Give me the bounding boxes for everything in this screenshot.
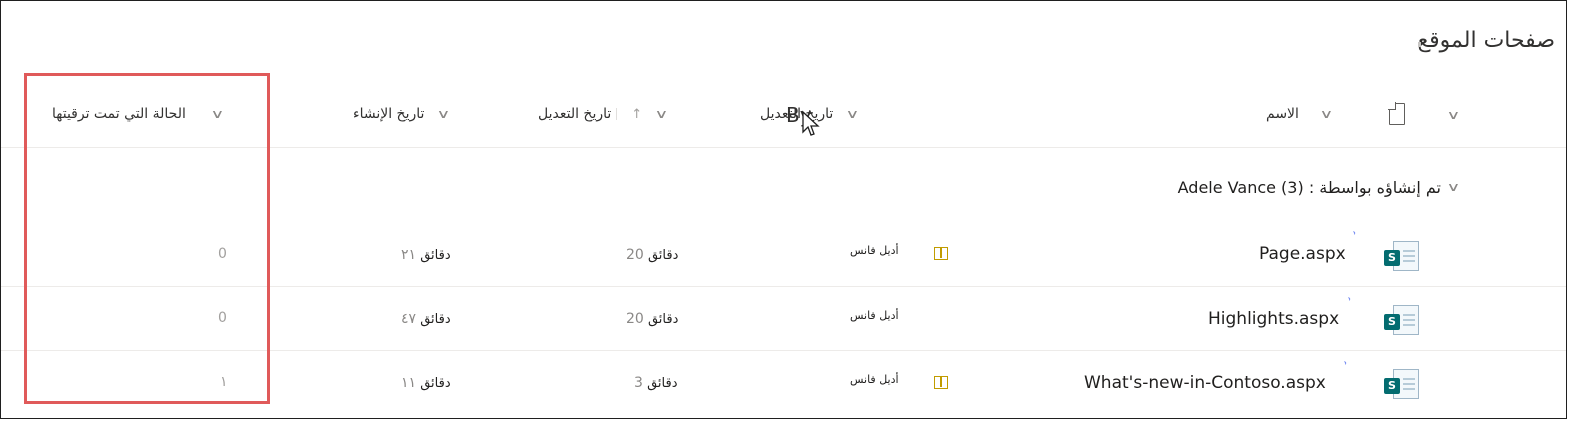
row-2-modified-by[interactable]: أديل فانس [850,309,899,322]
row-2-modified-unit: دقائق [647,312,679,327]
row-3-modified: دقائق 3 [634,375,678,391]
row-2-created-unit: دقائق [420,312,451,327]
row-1-name-link[interactable]: Page.aspx [1259,244,1346,264]
column-header-created[interactable]: ∨ تاريخ الإنشاء [353,106,451,122]
select-all-chevron[interactable]: ∨ [1446,104,1461,123]
row-3-modified-by[interactable]: أديل فانس [850,373,899,386]
column-header-name-label: الاسم [1266,106,1299,122]
row-1-modified-unit: دقائق [647,248,679,263]
row-3-name-link[interactable]: What's-new-in-Contoso.aspx [1084,373,1326,393]
row-2-modified: دقائق 20 [626,311,678,327]
row-1-created: دقائق ٢١ [401,247,451,263]
group-label: تم إنشاؤه بواسطة : [1303,178,1441,197]
chevron-down-icon: ∨ [654,107,669,121]
row-2-created-num: ٤٧ [401,311,417,327]
row-1-modified-num: 20 [626,247,644,263]
sort-up-arrow-icon: ↑ [631,107,643,122]
chevron-down-icon: ∨ [1446,108,1461,122]
column-header-name[interactable]: ∨ الاسم [1266,106,1334,122]
row-3-created-unit: دقائق [420,376,451,391]
group-value: (Adele Vance (3 [1177,178,1304,197]
column-header-created-label: تاريخ الإنشاء [353,106,425,122]
chevron-down-icon: ∨ [845,107,860,121]
row-3-modified-unit: دقائق [647,376,678,391]
sharepoint-page-icon: S [1383,369,1419,399]
row-1-modified: دقائق 20 [626,247,678,263]
promoted-state-highlight-box [24,73,270,404]
mouse-cursor-icon [802,110,820,136]
row-3-created-num: ١١ [401,375,417,391]
row-2-created: دقائق ٤٧ [401,311,451,327]
column-header-modified[interactable]: ∨ ↑ تاريخ التعديل [538,106,669,122]
document-icon[interactable] [1388,102,1405,125]
column-header-modified-label: تاريخ التعديل [538,106,612,122]
group-collapse-toggle[interactable]: ∨ [1446,176,1461,195]
book-icon[interactable] [934,247,948,260]
row-1-created-unit: دقائق [420,248,451,263]
row-1-modified-by[interactable]: أديل فانس [850,244,899,257]
book-icon[interactable] [934,376,948,389]
chevron-down-icon: ∨ [436,107,451,121]
sharepoint-page-icon: S [1383,241,1419,271]
row-2-modified-num: 20 [626,311,644,327]
chevron-down-icon: ∨ [1446,180,1461,194]
title-marker [1418,42,1421,47]
row-1-created-num: ٢١ [401,247,417,263]
row-3-modified-num: 3 [634,375,643,391]
chevron-down-icon: ∨ [1319,107,1334,121]
row-2-name-link[interactable]: Highlights.aspx [1208,309,1339,329]
group-header: تم إنشاؤه بواسطة : (Adele Vance (3 [1178,178,1441,197]
row-3-created: دقائق ١١ [401,375,451,391]
sharepoint-page-icon: S [1383,305,1419,335]
page-title: صفحات الموقع [1417,28,1555,53]
